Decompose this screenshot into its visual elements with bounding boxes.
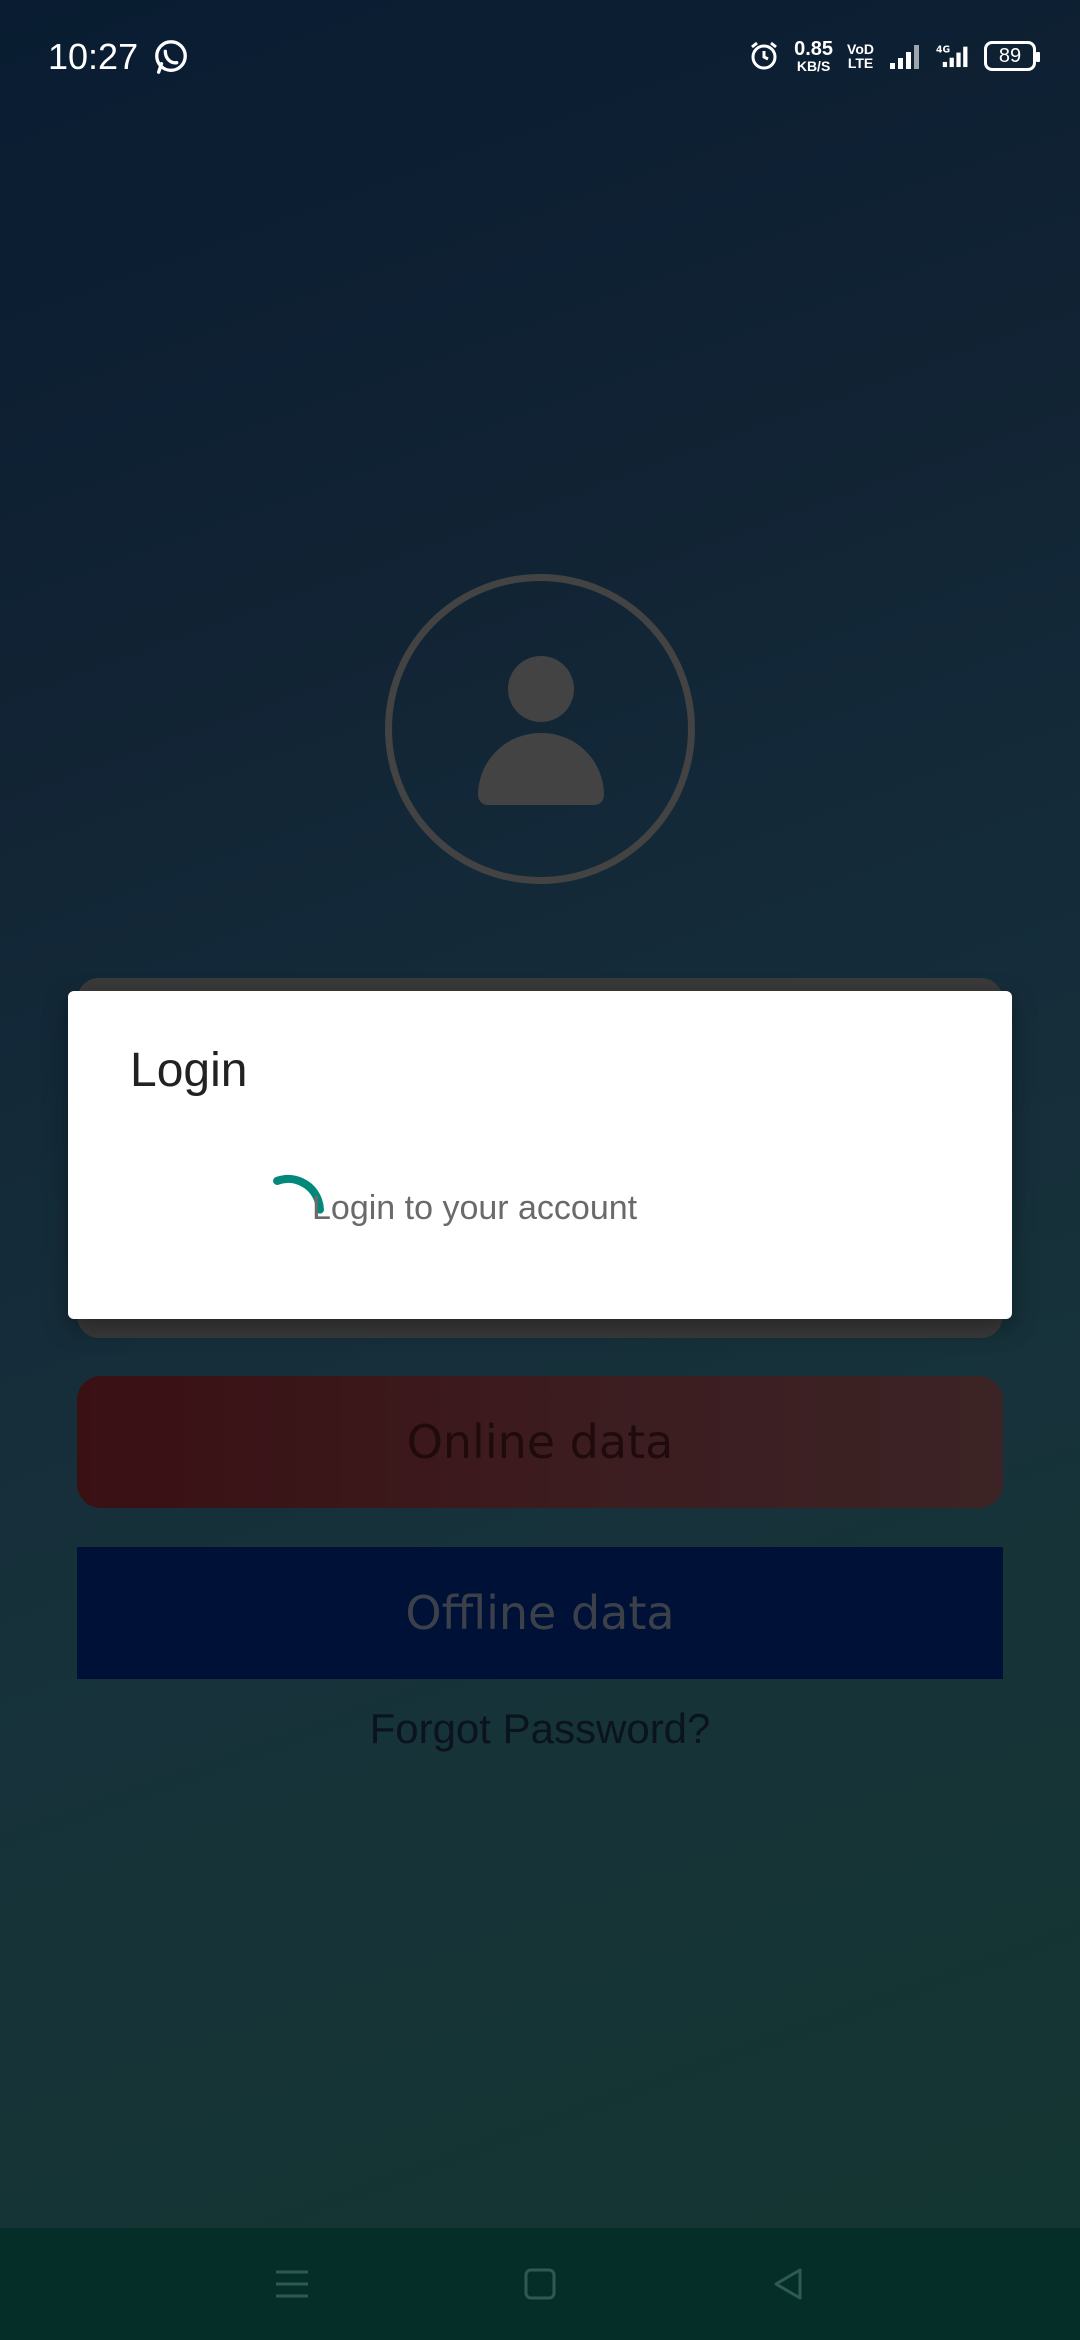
status-bar: 10:27 0.85 KB/S VoD LTE 4G 89 <box>0 0 1080 115</box>
status-time: 10:27 <box>48 36 139 77</box>
svg-text:4G: 4G <box>936 45 950 56</box>
app-screen: 10:27 0.85 KB/S VoD LTE 4G 89 Online dat… <box>0 0 1080 2340</box>
volte-indicator: VoD LTE <box>847 41 874 71</box>
login-progress-dialog: Login Login to your account <box>68 991 1012 1319</box>
navigation-bar <box>0 2228 1080 2340</box>
status-indicators: 0.85 KB/S VoD LTE 4G 89 <box>748 36 1040 76</box>
battery-indicator: 89 <box>984 41 1040 71</box>
back-icon[interactable] <box>760 2256 816 2312</box>
network-speed: 0.85 KB/S <box>794 38 834 74</box>
menu-icon[interactable] <box>264 2256 320 2312</box>
alarm-icon <box>751 41 778 70</box>
home-icon[interactable] <box>512 2256 568 2312</box>
signal-icon <box>890 45 919 69</box>
signal-4g-icon: 4G <box>936 45 968 68</box>
dialog-message: Login to your account <box>312 1189 638 1227</box>
whatsapp-icon <box>155 40 187 74</box>
dialog-title: Login <box>130 1044 248 1097</box>
